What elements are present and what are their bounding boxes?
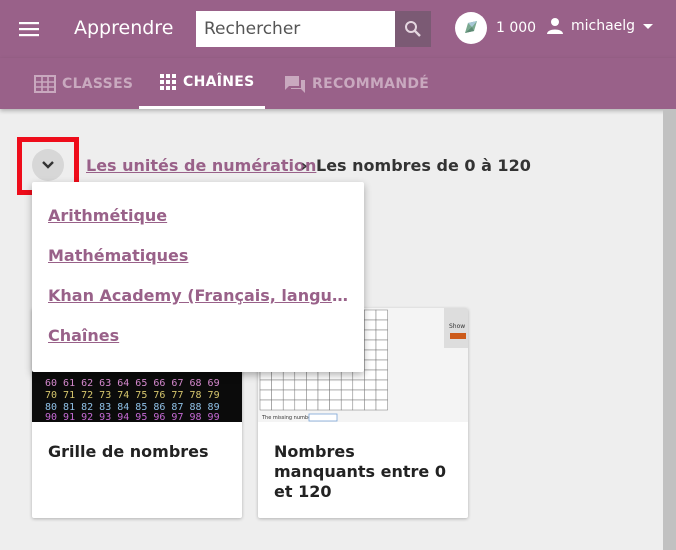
thumb-row: 90 91 92 93 94 95 96 97 98 99 (45, 412, 220, 422)
card-title: Nombres manquants entre 0 et 120 (274, 442, 446, 501)
username: michaelg (571, 18, 636, 34)
scrollbar-thumb[interactable] (663, 109, 676, 550)
app-title: Apprendre (74, 17, 174, 39)
tab-recommended[interactable]: RECOMMANDÉ (284, 58, 429, 109)
breadcrumb-expand-button[interactable] (32, 149, 64, 181)
breadcrumb-separator: › (301, 156, 308, 175)
dropdown-item[interactable]: Chaînes (48, 326, 348, 345)
search-button[interactable] (395, 11, 431, 47)
tab-bar: CLASSES CHAÎNES RECOMMANDÉ (0, 58, 676, 109)
dropdown-item[interactable]: Arithmétique (48, 206, 348, 225)
thumb-row: 60 61 62 63 64 65 66 67 68 69 (45, 378, 220, 389)
search-box (196, 11, 431, 47)
app-bar: Apprendre 1 000 michaelg (0, 0, 676, 58)
tab-channels-label: CHAÎNES (183, 74, 255, 90)
tab-classes[interactable]: CLASSES (34, 58, 133, 109)
tab-classes-label: CLASSES (62, 75, 134, 92)
arrow-drop-down-icon (643, 23, 654, 29)
thumb-button-label: Show (449, 323, 465, 330)
person-icon (547, 18, 563, 34)
breadcrumb-parent-link[interactable]: Les unités de numération (86, 156, 316, 175)
dropdown-item[interactable]: Mathématiques (48, 246, 348, 265)
menu-button[interactable] (12, 12, 46, 46)
points-star-icon (465, 21, 477, 33)
chevron-down-icon (42, 161, 54, 169)
tab-channels[interactable]: CHAÎNES (139, 58, 265, 109)
points-badge (455, 12, 487, 44)
tab-recommended-label: RECOMMANDÉ (312, 75, 430, 92)
points-value: 1 000 (496, 20, 537, 36)
scrollbar-track[interactable] (663, 109, 676, 550)
points-display[interactable]: 1 000 (455, 12, 536, 44)
classroom-grid-icon (34, 74, 56, 93)
apps-grid-icon (160, 74, 176, 90)
card-title: Grille de nombres (48, 442, 209, 461)
search-input[interactable] (196, 11, 395, 47)
forum-icon (285, 75, 305, 93)
breadcrumb-current: Les nombres de 0 à 120 (316, 156, 531, 175)
search-icon (405, 21, 421, 37)
thumb-row: 70 71 72 73 74 75 76 77 78 79 (45, 390, 220, 401)
breadcrumb-dropdown-menu: Arithmétique Mathématiques Khan Academy … (32, 182, 364, 372)
hamburger-menu-icon (19, 22, 39, 37)
user-menu[interactable]: michaelg (545, 16, 654, 36)
dropdown-item[interactable]: Khan Academy (Français, langue fr… (48, 286, 348, 305)
